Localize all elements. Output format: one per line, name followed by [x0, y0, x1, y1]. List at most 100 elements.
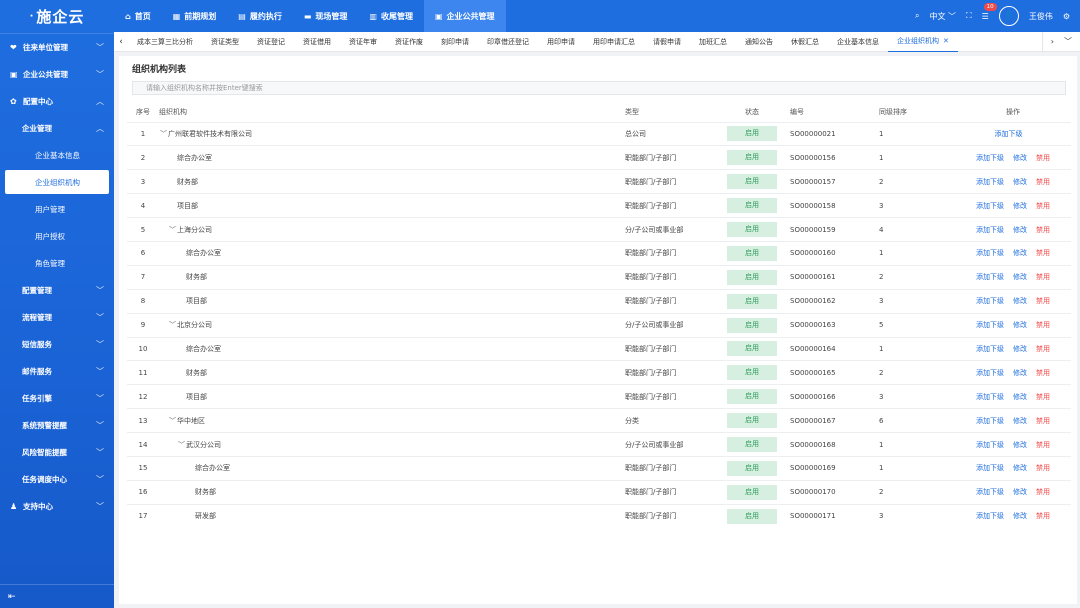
top-nav-item[interactable]: ⌂ 首页	[114, 0, 162, 32]
expand-icon[interactable]: ﹀	[168, 416, 177, 426]
add-child-link[interactable]: 添加下级	[976, 178, 1004, 186]
search-icon[interactable]: ⌕	[915, 11, 919, 21]
top-nav-item[interactable]: ▦ 前期规划	[162, 0, 228, 32]
edit-link[interactable]: 修改	[1013, 226, 1027, 234]
disable-link[interactable]: 禁用	[1036, 273, 1050, 281]
tab-item[interactable]: 用印申请汇总	[584, 32, 644, 52]
top-nav-item[interactable]: ▤ 履约执行	[227, 0, 293, 32]
edit-link[interactable]: 修改	[1013, 202, 1027, 210]
edit-link[interactable]: 修改	[1013, 154, 1027, 162]
disable-link[interactable]: 禁用	[1036, 178, 1050, 186]
disable-link[interactable]: 禁用	[1036, 202, 1050, 210]
sidebar-item[interactable]: 配置管理 ﹀	[0, 277, 114, 304]
disable-link[interactable]: 禁用	[1036, 297, 1050, 305]
add-child-link[interactable]: 添加下级	[976, 297, 1004, 305]
sidebar-item[interactable]: ▣ 企业公共管理 ﹀	[0, 61, 114, 88]
disable-link[interactable]: 禁用	[1036, 154, 1050, 162]
edit-link[interactable]: 修改	[1013, 178, 1027, 186]
tab-item[interactable]: 刻印申请	[432, 32, 478, 52]
tabs-menu-icon[interactable]: ﹀	[1064, 36, 1072, 47]
add-child-link[interactable]: 添加下级	[976, 464, 1004, 472]
add-child-link[interactable]: 添加下级	[976, 441, 1004, 449]
sidebar-item[interactable]: 流程管理 ﹀	[0, 304, 114, 331]
disable-link[interactable]: 禁用	[1036, 393, 1050, 401]
edit-link[interactable]: 修改	[1013, 393, 1027, 401]
add-child-link[interactable]: 添加下级	[976, 226, 1004, 234]
add-child-link[interactable]: 添加下级	[976, 417, 1004, 425]
tab-item[interactable]: 资证作废	[386, 32, 432, 52]
disable-link[interactable]: 禁用	[1036, 441, 1050, 449]
notification-button[interactable]: 10 ☰	[982, 2, 997, 21]
edit-link[interactable]: 修改	[1013, 369, 1027, 377]
top-nav-item[interactable]: ▣ 企业公共管理	[423, 0, 506, 32]
tab-item[interactable]: 资证借用	[294, 32, 340, 52]
tab-item[interactable]: 资证类型	[202, 32, 248, 52]
expand-icon[interactable]: ﹀	[168, 320, 177, 330]
sidebar-item[interactable]: 风险智能提醒 ﹀	[0, 439, 114, 466]
edit-link[interactable]: 修改	[1013, 297, 1027, 305]
edit-link[interactable]: 修改	[1013, 488, 1027, 496]
fullscreen-icon[interactable]: ⛶	[966, 11, 972, 21]
expand-icon[interactable]: ﹀	[159, 129, 168, 139]
sidebar-collapse-button[interactable]: ⇤	[0, 584, 114, 608]
top-nav-item[interactable]: ▥ 收尾管理	[358, 0, 424, 32]
disable-link[interactable]: 禁用	[1036, 417, 1050, 425]
app-logo[interactable]: · 施企云	[0, 0, 114, 34]
tabs-scroll-right-icon[interactable]: ›	[1051, 37, 1054, 46]
sidebar-item[interactable]: 企业组织机构	[5, 170, 109, 194]
tab-item[interactable]: 用印申请	[538, 32, 584, 52]
edit-link[interactable]: 修改	[1013, 417, 1027, 425]
tab-item[interactable]: 加班汇总	[690, 32, 736, 52]
disable-link[interactable]: 禁用	[1036, 249, 1050, 257]
sidebar-item[interactable]: ✿ 配置中心 ︿	[0, 88, 114, 115]
disable-link[interactable]: 禁用	[1036, 488, 1050, 496]
tab-item[interactable]: 资证年审	[340, 32, 386, 52]
edit-link[interactable]: 修改	[1013, 512, 1027, 520]
add-child-link[interactable]: 添加下级	[976, 202, 1004, 210]
add-child-link[interactable]: 添加下级	[976, 369, 1004, 377]
close-icon[interactable]: ✕	[943, 37, 949, 45]
edit-link[interactable]: 修改	[1013, 321, 1027, 329]
disable-link[interactable]: 禁用	[1036, 369, 1050, 377]
edit-link[interactable]: 修改	[1013, 464, 1027, 472]
sidebar-item[interactable]: 任务调度中心 ﹀	[0, 466, 114, 493]
tab-item[interactable]: 通知公告	[736, 32, 782, 52]
sidebar-item[interactable]: 企业管理 ︿	[0, 115, 114, 142]
tab-item[interactable]: 请假申请	[644, 32, 690, 52]
tab-item[interactable]: 资证登记	[248, 32, 294, 52]
expand-icon[interactable]: ﹀	[168, 225, 177, 235]
search-input[interactable]	[132, 81, 1066, 95]
sidebar-item[interactable]: 系统预警提醒 ﹀	[0, 412, 114, 439]
tabs-scroll-left-icon[interactable]: ‹	[114, 37, 128, 47]
sidebar-item[interactable]: 短信服务 ﹀	[0, 331, 114, 358]
disable-link[interactable]: 禁用	[1036, 512, 1050, 520]
tab-item[interactable]: 印章借还登记	[478, 32, 538, 52]
tab-item[interactable]: 企业基本信息	[828, 32, 888, 52]
edit-link[interactable]: 修改	[1013, 249, 1027, 257]
avatar[interactable]: 👤	[998, 6, 1019, 26]
sidebar-item[interactable]: 用户管理	[0, 196, 114, 223]
sidebar-item[interactable]: 任务引擎 ﹀	[0, 385, 114, 412]
sidebar-item[interactable]: 角色管理	[0, 250, 114, 277]
expand-icon[interactable]: ﹀	[177, 440, 186, 450]
sidebar-item[interactable]: ♟ 支持中心 ﹀	[0, 493, 114, 520]
settings-icon[interactable]: ⚙	[1063, 12, 1070, 21]
top-nav-item[interactable]: ▬ 现场管理	[293, 0, 359, 32]
add-child-link[interactable]: 添加下级	[976, 393, 1004, 401]
add-child-link[interactable]: 添加下级	[976, 345, 1004, 353]
add-child-link[interactable]: 添加下级	[995, 130, 1023, 138]
disable-link[interactable]: 禁用	[1036, 226, 1050, 234]
user-name[interactable]: 王俊伟	[1029, 11, 1053, 22]
edit-link[interactable]: 修改	[1013, 441, 1027, 449]
tab-item[interactable]: 成本三算三比分析	[128, 32, 202, 52]
add-child-link[interactable]: 添加下级	[976, 488, 1004, 496]
add-child-link[interactable]: 添加下级	[976, 249, 1004, 257]
tab-active[interactable]: 企业组织机构 ✕	[888, 32, 958, 52]
add-child-link[interactable]: 添加下级	[976, 154, 1004, 162]
sidebar-item[interactable]: ❤ 往来单位管理 ﹀	[0, 34, 114, 61]
sidebar-item[interactable]: 邮件服务 ﹀	[0, 358, 114, 385]
add-child-link[interactable]: 添加下级	[976, 512, 1004, 520]
disable-link[interactable]: 禁用	[1036, 345, 1050, 353]
sidebar-item[interactable]: 企业基本信息	[0, 142, 114, 169]
tab-item[interactable]: 休假汇总	[782, 32, 828, 52]
